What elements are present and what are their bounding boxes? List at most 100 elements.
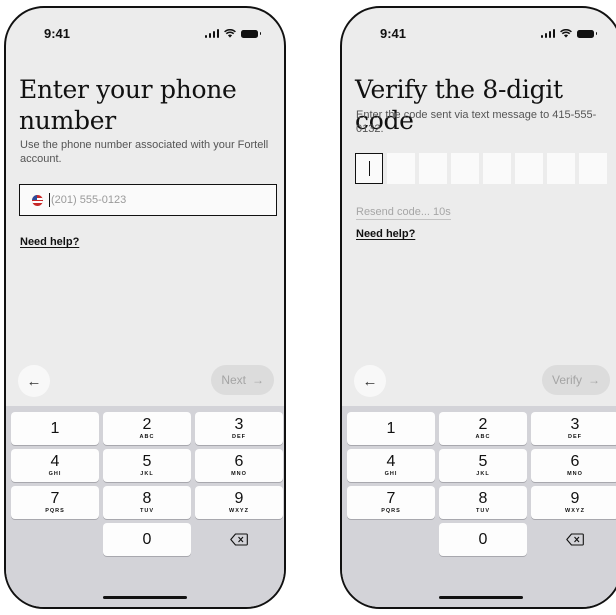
key-2[interactable]: 2 ABC [103,412,191,445]
phone-screen-verify-code: 9:41 Verify the 8-digit code Enter the c… [340,6,616,609]
verification-code-input [355,153,607,184]
key-4[interactable]: 4 GHI [11,449,99,482]
wifi-icon [224,29,236,38]
key-digit: 2 [478,415,488,433]
key-7[interactable]: 7 PQRS [347,486,435,519]
arrow-right-icon: → [252,373,264,387]
key-2[interactable]: 2 ABC [439,412,527,445]
key-4[interactable]: 4 GHI [347,449,435,482]
verify-button[interactable]: Verify → [541,365,610,395]
key-digit: 9 [570,489,580,507]
key-letters: MNO [231,470,247,477]
key-letters: TUV [140,507,154,514]
phone-screen-enter-number: 9:41 Enter your phone number Use the pho… [4,6,286,609]
key-digit: 7 [386,489,396,507]
key-6[interactable]: 6 MNO [531,449,616,482]
status-icons [204,29,261,38]
key-5[interactable]: 5 JKL [439,449,527,482]
key-letters: PQRS [45,507,65,514]
next-button[interactable]: Next → [211,365,274,395]
phone-number-input[interactable] [51,194,251,206]
next-button-label: Next [221,373,246,387]
verify-button-label: Verify [551,373,582,387]
key-letters: JKL [476,470,490,477]
status-time: 9:41 [44,26,71,41]
need-help-link[interactable]: Need help? [20,236,79,248]
backspace-icon [230,533,248,546]
key-digit: 6 [234,452,244,470]
code-digit-box[interactable] [547,153,575,184]
resend-code-link[interactable]: Resend code... 10s [356,206,451,220]
code-digit-box[interactable] [515,153,543,184]
key-7[interactable]: 7 PQRS [11,486,99,519]
key-letters: GHI [384,470,398,477]
numeric-keypad: 1 2 ABC 3 DEF 4 GHI 5 JKL 6 MNO 7 PQRS 8 TUV 9W… [342,406,616,607]
key-digit: 0 [478,530,488,548]
phone-number-field[interactable] [19,184,277,216]
keypad-grid: 1 2 ABC 3 DEF 4 GHI 5 JKL 6 MNO 7 PQRS 8 TUV 9W… [347,412,616,556]
key-letters: WXYZ [229,507,249,514]
key-letters: DEF [232,433,246,440]
key-1[interactable]: 1 [347,412,435,445]
arrow-left-icon: ← [362,372,378,390]
status-time: 9:41 [380,26,407,41]
page-subtitle: Enter the code sent via text message to … [356,109,597,135]
battery-icon [241,29,261,38]
back-button[interactable]: ← [18,365,50,397]
key-letters: JKL [140,470,154,477]
key-letters: WXYZ [565,507,585,514]
key-digit: 9 [234,489,244,507]
key-8[interactable]: 8 TUV [439,486,527,519]
code-digit-box[interactable] [451,153,479,184]
status-bar: 9:41 [6,26,284,46]
delete-key[interactable] [195,523,283,556]
key-letters: MNO [567,470,583,477]
key-8[interactable]: 8 TUV [103,486,191,519]
key-digit: 5 [142,452,152,470]
signal-icon [540,29,555,38]
key-digit: 8 [142,489,152,507]
home-indicator [103,596,187,599]
key-9[interactable]: 9 WXYZ [195,486,283,519]
key-1[interactable]: 1 [11,412,99,445]
key-letters: TUV [476,507,490,514]
need-help-link[interactable]: Need help? [356,228,415,240]
wifi-icon [560,29,572,38]
key-digit: 1 [50,419,60,437]
keypad-grid: 1 2 ABC 3 DEF 4 GHI 5 JKL 6 MNO 7 PQRS 8 TUV 9W… [11,412,283,556]
key-digit: 6 [570,452,580,470]
key-letters: DEF [568,433,582,440]
arrow-left-icon: ← [26,372,42,390]
key-3[interactable]: 3 DEF [531,412,616,445]
key-letters: GHI [48,470,62,477]
key-0[interactable]: 0 [103,523,191,556]
back-button[interactable]: ← [354,365,386,397]
code-digit-box[interactable] [579,153,607,184]
battery-icon [577,29,597,38]
key-blank [11,523,99,556]
key-digit: 0 [142,530,152,548]
code-digit-box[interactable] [483,153,511,184]
code-digit-box[interactable] [419,153,447,184]
page-subtitle: Use the phone number associated with you… [20,139,269,165]
key-letters: PQRS [381,507,401,514]
key-digit: 4 [50,452,60,470]
arrow-right-icon: → [588,373,600,387]
code-digit-box[interactable] [355,153,383,184]
key-9[interactable]: 9 WXYZ [531,486,616,519]
signal-icon [204,29,219,38]
key-5[interactable]: 5 JKL [103,449,191,482]
numeric-keypad: 1 2 ABC 3 DEF 4 GHI 5 JKL 6 MNO 7 PQRS 8 TUV 9W… [6,406,284,607]
key-digit: 2 [142,415,152,433]
status-bar: 9:41 [342,26,616,46]
key-digit: 4 [386,452,396,470]
us-flag-icon[interactable] [32,194,43,206]
key-6[interactable]: 6 MNO [195,449,283,482]
code-digit-box[interactable] [387,153,415,184]
key-digit: 7 [50,489,60,507]
key-digit: 5 [478,452,488,470]
delete-key[interactable] [531,523,616,556]
key-letters: ABC [475,433,491,440]
key-0[interactable]: 0 [439,523,527,556]
key-3[interactable]: 3 DEF [195,412,283,445]
